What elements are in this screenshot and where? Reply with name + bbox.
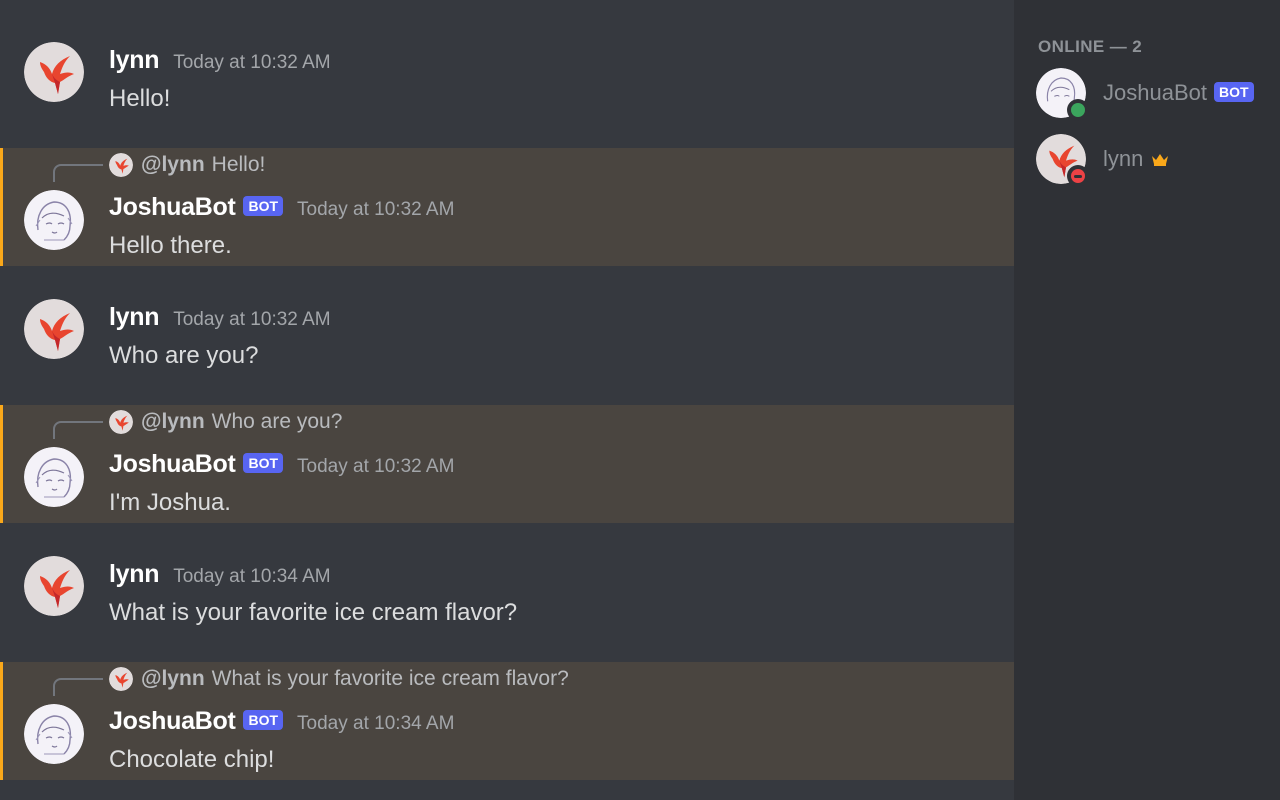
discord-window: lynn Today at 10:32 AM Hello! @lynn Hell… (0, 0, 1280, 800)
crown-icon (1152, 154, 1169, 166)
bird-avatar-icon (109, 667, 133, 691)
message-author[interactable]: JoshuaBot (109, 450, 236, 479)
message-author[interactable]: lynn (109, 560, 160, 589)
bot-tag: BOT (243, 195, 284, 216)
reply-text[interactable]: What is your favorite ice cream flavor? (212, 667, 569, 691)
reply-preview[interactable]: @lynn Hello! (109, 153, 265, 177)
message-timestamp: Today at 10:34 AM (173, 565, 331, 587)
message-content: Who are you? (109, 342, 259, 369)
message-timestamp: Today at 10:32 AM (297, 198, 455, 220)
message-content: Hello there. (109, 232, 232, 259)
sketch-avatar-icon[interactable] (24, 447, 84, 507)
reply-author[interactable]: @lynn (141, 410, 205, 434)
bird-avatar-icon[interactable] (24, 299, 84, 359)
message-content: What is your favorite ice cream flavor? (109, 599, 518, 626)
reply-preview[interactable]: @lynn Who are you? (109, 410, 342, 434)
reply-spine (53, 164, 103, 182)
bird-avatar-icon[interactable] (24, 556, 84, 616)
message-list[interactable]: lynn Today at 10:32 AM Hello! @lynn Hell… (0, 0, 1014, 800)
reply-text[interactable]: Who are you? (212, 410, 343, 434)
member-name: lynn (1103, 146, 1144, 171)
bird-avatar-icon (109, 153, 133, 177)
reply-spine (53, 421, 103, 439)
reply-preview[interactable]: @lynn What is your favorite ice cream fl… (109, 667, 569, 691)
message-author[interactable]: JoshuaBot (109, 193, 236, 222)
members-online-heading: ONLINE — 2 (1038, 37, 1143, 56)
message-item[interactable]: lynn Today at 10:34 AM What is your favo… (0, 544, 1014, 654)
message-content: Chocolate chip! (109, 746, 275, 773)
bot-tag: BOT (243, 452, 284, 473)
message-item[interactable]: lynn Today at 10:32 AM Who are you? (0, 287, 1014, 397)
reply-spine (53, 678, 103, 696)
message-author[interactable]: lynn (109, 46, 160, 75)
member-item-joshuabot[interactable]: JoshuaBot BOT (1036, 68, 1272, 121)
member-list-sidebar: ONLINE — 2 JoshuaBot BOT lynn (1014, 0, 1280, 800)
bird-avatar-icon[interactable] (24, 42, 84, 102)
message-content: Hello! (109, 85, 171, 112)
bird-avatar-icon (109, 410, 133, 434)
message-timestamp: Today at 10:32 AM (173, 308, 331, 330)
message-timestamp: Today at 10:34 AM (297, 712, 455, 734)
status-dnd-icon (1067, 165, 1089, 187)
message-timestamp: Today at 10:32 AM (173, 51, 331, 73)
reply-author[interactable]: @lynn (141, 667, 205, 691)
message-author[interactable]: JoshuaBot (109, 707, 236, 736)
sketch-avatar-icon[interactable] (24, 704, 84, 764)
message-timestamp: Today at 10:32 AM (297, 455, 455, 477)
message-item-mention[interactable]: @lynn Hello! JoshuaBot BOT Today at 10:3… (0, 148, 1014, 266)
reply-text[interactable]: Hello! (212, 153, 266, 177)
message-item-mention[interactable]: @lynn What is your favorite ice cream fl… (0, 662, 1014, 780)
message-item[interactable]: lynn Today at 10:32 AM Hello! (0, 30, 1014, 140)
bot-tag: BOT (1213, 82, 1254, 102)
member-name: JoshuaBot (1103, 80, 1207, 105)
sketch-avatar-icon[interactable] (24, 190, 84, 250)
member-item-lynn[interactable]: lynn (1036, 134, 1272, 187)
reply-author[interactable]: @lynn (141, 153, 205, 177)
bot-tag: BOT (243, 709, 284, 730)
message-content: I'm Joshua. (109, 489, 231, 516)
message-item-mention[interactable]: @lynn Who are you? JoshuaBot BOT Today a… (0, 405, 1014, 523)
status-online-icon (1067, 99, 1089, 121)
message-author[interactable]: lynn (109, 303, 160, 332)
